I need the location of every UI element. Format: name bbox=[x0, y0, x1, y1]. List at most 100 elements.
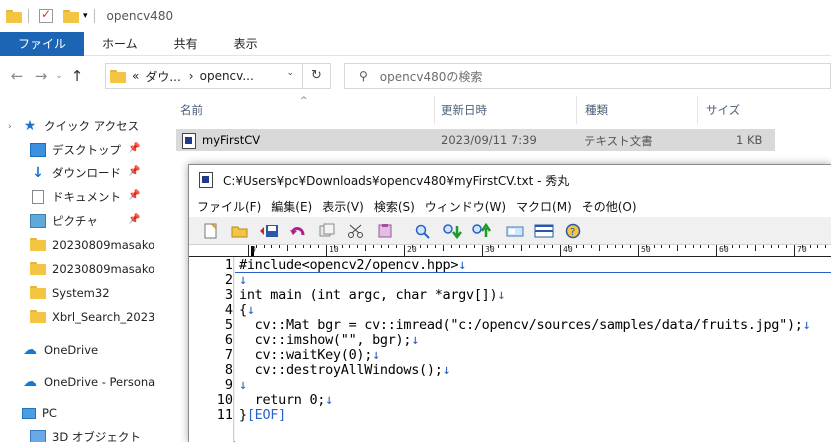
nav-quick-access[interactable]: ★ クイック アクセス bbox=[22, 115, 139, 137]
column-divider[interactable] bbox=[434, 96, 435, 124]
new-folder-icon[interactable] bbox=[63, 9, 79, 23]
up-icon[interactable]: ↑ bbox=[66, 67, 88, 85]
ruler-tick bbox=[762, 245, 764, 248]
hidemaru-app-icon[interactable] bbox=[199, 172, 213, 188]
nav-pc[interactable]: PC bbox=[22, 402, 57, 424]
code-line[interactable]: ↓ bbox=[239, 273, 247, 288]
menu-search[interactable]: 検索(S) bbox=[374, 198, 415, 215]
line-number: 3 bbox=[224, 287, 233, 303]
code-line[interactable]: int main (int argc, char *argv[])↓ bbox=[239, 288, 505, 303]
breadcrumb-opencv[interactable]: opencv... bbox=[200, 69, 254, 83]
menu-other[interactable]: その他(O) bbox=[582, 198, 637, 215]
nav-folder-system32[interactable]: System32 bbox=[30, 282, 154, 304]
address-overflow[interactable]: « bbox=[132, 69, 139, 83]
forward-icon[interactable]: → bbox=[30, 67, 52, 85]
refresh-icon[interactable]: ↻ bbox=[302, 64, 330, 88]
help-icon[interactable]: ? bbox=[563, 221, 583, 241]
nav-downloads[interactable]: ↓ ダウンロード bbox=[30, 162, 160, 184]
column-divider[interactable] bbox=[697, 96, 698, 124]
ruler-tick bbox=[474, 245, 476, 248]
nav-folder-xbrl[interactable]: Xbrl_Search_2023 bbox=[30, 306, 154, 328]
code-area[interactable]: #include<opencv2/opencv.hpp>↓ ↓ int main (… bbox=[235, 257, 831, 442]
address-bar[interactable]: « ダウ... › opencv... ⌄ ↻ bbox=[105, 63, 331, 89]
pin-icon[interactable]: 📌 bbox=[128, 190, 140, 201]
tab-view[interactable]: 表示 bbox=[216, 32, 276, 56]
code-line[interactable]: }[EOF] bbox=[239, 408, 286, 423]
nav-documents[interactable]: ドキュメント bbox=[30, 186, 160, 208]
tab-share[interactable]: 共有 bbox=[156, 32, 216, 56]
ruler-tick bbox=[606, 245, 608, 248]
save-icon[interactable] bbox=[259, 221, 279, 241]
find-icon[interactable] bbox=[413, 221, 433, 241]
split-window-icon[interactable] bbox=[534, 221, 554, 241]
nav-label: System32 bbox=[52, 286, 110, 300]
nav-label: ピクチャ bbox=[52, 214, 98, 228]
nav-folder-20230809masako-1[interactable]: 20230809masako bbox=[30, 234, 154, 256]
nav-onedrive-personal[interactable]: ☁ OneDrive - Persona bbox=[22, 371, 160, 393]
nav-onedrive[interactable]: ☁ OneDrive bbox=[22, 339, 98, 361]
code-line[interactable]: cv::Mat bgr = cv::imread("c:/opencv/sour… bbox=[239, 318, 811, 333]
new-file-icon[interactable] bbox=[201, 221, 221, 241]
code-line[interactable]: cv::destroyAllWindows();↓ bbox=[239, 363, 451, 378]
column-divider[interactable] bbox=[576, 96, 577, 124]
ruler-number: 20 bbox=[407, 245, 417, 254]
pin-icon[interactable]: 📌 bbox=[128, 214, 140, 225]
ruler-tick bbox=[560, 245, 561, 256]
ruler-number: 70 bbox=[797, 245, 807, 254]
column-header-date[interactable]: 更新日時 bbox=[441, 96, 487, 124]
copy-icon[interactable] bbox=[317, 221, 337, 241]
quick-access-dropdown-icon[interactable]: ▾ bbox=[83, 11, 88, 21]
ruler-tick bbox=[482, 245, 483, 256]
code-line[interactable]: return 0;↓ bbox=[239, 393, 334, 408]
tag-jump-icon[interactable] bbox=[505, 221, 525, 241]
undo-icon[interactable] bbox=[288, 221, 308, 241]
search-box[interactable]: ⚲ opencv480の検索 bbox=[344, 63, 831, 89]
code-line[interactable]: ↓ bbox=[239, 378, 247, 393]
code-line[interactable]: #include<opencv2/opencv.hpp>↓ bbox=[239, 258, 466, 273]
column-header-name[interactable]: 名前 bbox=[180, 96, 203, 124]
newline-marker: ↓ bbox=[239, 272, 247, 288]
tab-home[interactable]: ホーム bbox=[84, 32, 156, 56]
pin-icon[interactable]: 📌 bbox=[128, 166, 140, 177]
ruler-number: 0 bbox=[251, 245, 256, 254]
file-size: 1 KB bbox=[736, 133, 763, 147]
newline-marker: ↓ bbox=[239, 377, 247, 393]
nav-pictures[interactable]: ピクチャ bbox=[30, 210, 160, 232]
folder-icon bbox=[30, 286, 46, 300]
ruler-number: 30 bbox=[485, 245, 495, 254]
address-dropdown-icon[interactable]: ⌄ bbox=[286, 68, 294, 78]
paste-icon[interactable] bbox=[375, 221, 395, 241]
file-row[interactable]: myFirstCV 2023/09/11 7:39 テキスト文書 1 KB bbox=[176, 129, 775, 151]
code-line[interactable]: cv::imshow("", bgr);↓ bbox=[239, 333, 420, 348]
menu-window[interactable]: ウィンドウ(W) bbox=[425, 198, 506, 215]
breadcrumb-separator-icon: › bbox=[188, 69, 194, 83]
back-icon[interactable]: ← bbox=[6, 67, 28, 85]
ruler-tick bbox=[341, 245, 343, 248]
menu-macro[interactable]: マクロ(M) bbox=[516, 198, 572, 215]
properties-icon[interactable] bbox=[39, 7, 53, 23]
recent-dropdown-icon[interactable]: ⌄ bbox=[52, 71, 66, 81]
nav-folder-20230809masako-2[interactable]: 20230809masako bbox=[30, 258, 154, 280]
column-header-type[interactable]: 種類 bbox=[585, 96, 608, 124]
nav-desktop[interactable]: デスクトップ bbox=[30, 139, 160, 161]
find-next-icon[interactable] bbox=[442, 221, 462, 241]
column-header-size[interactable]: サイズ bbox=[706, 96, 740, 124]
code-line[interactable]: {↓ bbox=[239, 303, 255, 318]
folder-icon bbox=[30, 310, 46, 324]
menu-view[interactable]: 表示(V) bbox=[322, 198, 364, 215]
line-number: 9 bbox=[224, 377, 233, 393]
open-folder-icon[interactable] bbox=[230, 221, 250, 241]
code-line[interactable]: cv::waitKey(0);↓ bbox=[239, 348, 381, 363]
ruler-tick bbox=[310, 245, 312, 248]
nav-3d-objects[interactable]: 3D オブジェクト bbox=[30, 426, 160, 442]
find-previous-icon[interactable] bbox=[471, 221, 491, 241]
expand-chevron-icon[interactable]: › bbox=[8, 122, 12, 132]
ruler-tick bbox=[279, 245, 281, 248]
cut-icon[interactable] bbox=[346, 221, 366, 241]
ruler-tick bbox=[443, 245, 444, 251]
breadcrumb-downloads[interactable]: ダウ... bbox=[145, 68, 180, 85]
tab-file[interactable]: ファイル bbox=[0, 32, 85, 56]
menu-file[interactable]: ファイル(F) bbox=[197, 198, 261, 215]
menu-edit[interactable]: 編集(E) bbox=[271, 198, 312, 215]
pin-icon[interactable]: 📌 bbox=[128, 143, 140, 154]
